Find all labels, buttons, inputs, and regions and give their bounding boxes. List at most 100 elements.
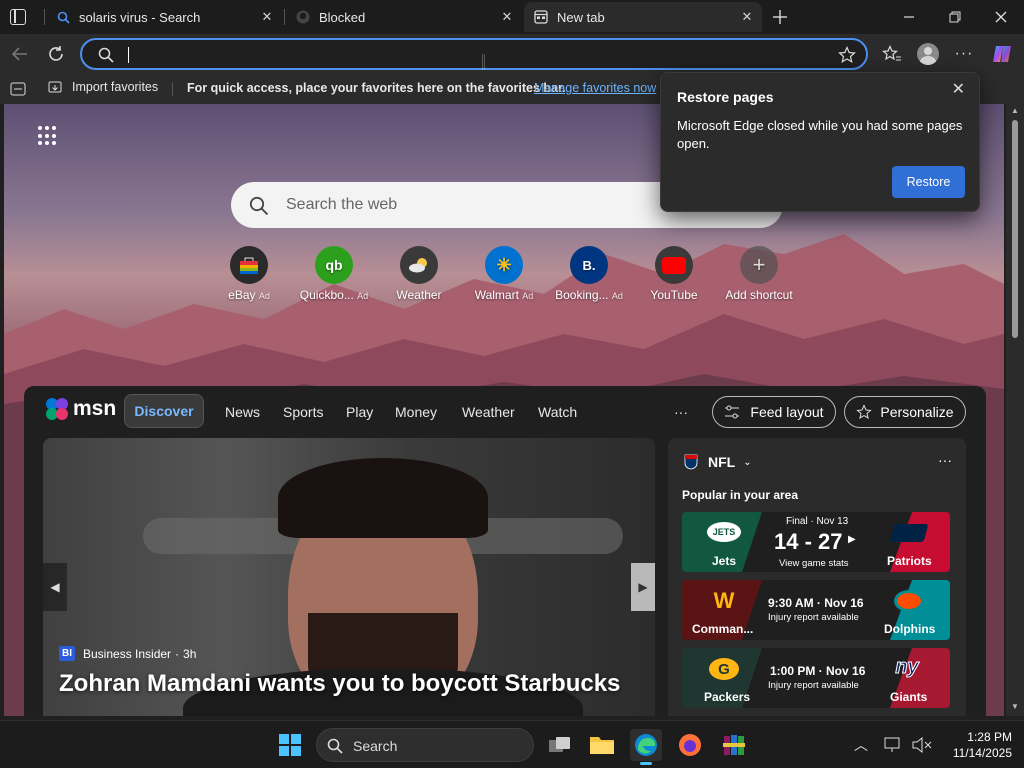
copilot-button[interactable]: [986, 38, 1018, 70]
edge-taskbar-button[interactable]: [630, 729, 662, 765]
top-site-ebay[interactable]: eBay Ad: [212, 246, 286, 302]
navigation-bar: ···: [0, 34, 1024, 74]
file-explorer-button[interactable]: [586, 729, 618, 761]
tab-close-icon[interactable]: ✕: [500, 10, 514, 24]
ad-label: Ad: [611, 291, 623, 301]
nfl-more-button[interactable]: ···: [938, 452, 952, 468]
story-source: BI Business Insider · 3h: [59, 646, 196, 661]
task-view-button[interactable]: [544, 729, 576, 761]
add-shortcut-button[interactable]: + Add shortcut: [722, 246, 796, 302]
top-site-youtube[interactable]: YouTube: [637, 246, 711, 302]
nfl-scores-card: NFL ⌄ ··· Popular in your area JETS Jets…: [668, 438, 966, 716]
mouse-ibeam-cursor: [482, 54, 485, 70]
feed-tab-watch[interactable]: Watch: [538, 404, 577, 420]
restore-button[interactable]: Restore: [892, 166, 965, 198]
taskbar-search[interactable]: Search: [316, 728, 534, 762]
game-packers-giants[interactable]: G Packers 1:00 PM · Nov 16 Injury report…: [682, 648, 950, 708]
commanders-logo-icon: W: [713, 588, 735, 613]
game-jets-patriots[interactable]: JETS Jets Final · Nov 13 14 - 27 ▶ View …: [682, 512, 950, 572]
tab-actions-icon[interactable]: [10, 9, 26, 25]
feed-more-button[interactable]: ···: [674, 404, 688, 420]
search-placeholder: Search the web: [286, 196, 398, 213]
start-button[interactable]: [274, 729, 306, 761]
refresh-icon: [49, 46, 63, 61]
tab-blocked[interactable]: Blocked ✕: [286, 2, 522, 32]
favorites-button[interactable]: [876, 38, 908, 70]
manage-favorites-link[interactable]: Manage favorites now: [534, 81, 656, 95]
favorite-star-icon[interactable]: [838, 46, 856, 64]
sparkle-star-icon: [856, 404, 873, 420]
feed-layout-button[interactable]: Feed layout: [712, 396, 836, 428]
import-favorites-label: Import favorites: [72, 80, 159, 94]
dialog-body: Microsoft Edge closed while you had some…: [677, 118, 963, 151]
system-clock[interactable]: 1:28 PM 11/14/2025: [940, 729, 1012, 761]
feed-tab-discover[interactable]: Discover: [124, 394, 204, 428]
tab-close-icon[interactable]: ✕: [740, 10, 754, 24]
back-button[interactable]: [4, 38, 36, 70]
home-team: Packers: [704, 690, 751, 704]
nfl-shield-icon: [684, 454, 698, 470]
source-badge: BI: [59, 646, 75, 661]
msn-logo[interactable]: msn: [44, 396, 116, 422]
story-headline[interactable]: Zohran Mamdani wants you to boycott Star…: [59, 670, 620, 698]
network-icon[interactable]: [884, 737, 902, 753]
tab-solaris-search[interactable]: solaris virus - Search ✕: [46, 2, 282, 32]
dialog-close-icon[interactable]: ✕: [952, 79, 965, 99]
patriots-logo-icon: [889, 524, 929, 542]
winrar-taskbar-button[interactable]: [718, 729, 750, 761]
nfl-header[interactable]: NFL ⌄: [684, 454, 752, 470]
carousel-prev-button[interactable]: ◀: [43, 563, 67, 611]
tab-close-icon[interactable]: ✕: [260, 10, 274, 24]
source-name: Business Insider: [83, 646, 172, 661]
tab-new-tab[interactable]: New tab ✕: [524, 2, 762, 32]
top-site-quickbooks[interactable]: qb Quickbo... Ad: [297, 246, 371, 302]
hero-story-card[interactable]: ◀ ▶ BI Business Insider · 3h Zohran Mamd…: [43, 438, 655, 716]
home-team: Jets: [712, 554, 737, 568]
firefox-taskbar-button[interactable]: [674, 729, 706, 761]
top-site-label: Walmart: [474, 288, 519, 302]
top-site-label: Add shortcut: [725, 288, 793, 302]
close-window-button[interactable]: [978, 0, 1024, 34]
address-bar[interactable]: [80, 38, 868, 70]
game-detail: Injury report available: [768, 612, 859, 623]
feed-tab-news[interactable]: News: [225, 404, 260, 420]
feed-tab-sports[interactable]: Sports: [283, 404, 323, 420]
scroll-down-icon[interactable]: ▼: [1011, 702, 1019, 711]
tab-title: solaris virus - Search: [79, 9, 201, 25]
game-commanders-dolphins[interactable]: W Comman... 9:30 AM · Nov 16 Injury repo…: [682, 580, 950, 640]
import-icon: [48, 81, 62, 93]
settings-more-button[interactable]: ···: [948, 38, 980, 70]
refresh-button[interactable]: [40, 38, 72, 70]
scroll-thumb[interactable]: [1012, 120, 1018, 338]
apps-launcher-button[interactable]: [38, 126, 58, 146]
top-site-booking[interactable]: B. Booking... Ad: [552, 246, 626, 302]
close-icon: [995, 11, 1007, 23]
feed-tab-play[interactable]: Play: [346, 404, 373, 420]
top-site-label: Booking...: [555, 288, 609, 302]
carousel-next-button[interactable]: ▶: [631, 563, 655, 611]
nfl-subtitle: Popular in your area: [682, 488, 799, 502]
minimize-icon: [904, 16, 914, 18]
page-scrollbar[interactable]: ▲ ▼: [1006, 104, 1024, 716]
tab-bar: solaris virus - Search ✕ Blocked ✕ New t…: [0, 0, 1024, 34]
top-site-label: YouTube: [650, 288, 698, 302]
new-tab-button[interactable]: [768, 5, 792, 29]
restore-window-button[interactable]: [932, 0, 978, 34]
volume-muted-icon[interactable]: [912, 737, 932, 753]
folder-icon: [590, 737, 614, 754]
top-site-weather[interactable]: Weather: [382, 246, 456, 302]
feed-tab-weather[interactable]: Weather: [462, 404, 515, 420]
ad-label: Ad: [258, 291, 270, 301]
scroll-up-icon[interactable]: ▲: [1011, 106, 1019, 115]
feed-tab-money[interactable]: Money: [395, 404, 437, 420]
chevron-up-icon[interactable]: ︿: [854, 735, 868, 755]
tab-list-icon[interactable]: [10, 82, 26, 96]
game-score: 14 - 27: [774, 529, 843, 554]
minimize-button[interactable]: [886, 0, 932, 34]
import-favorites-button[interactable]: Import favorites: [48, 80, 158, 94]
game-status: 1:00 PM · Nov 16: [770, 664, 866, 678]
profile-button[interactable]: [912, 38, 944, 70]
top-site-walmart[interactable]: ✳ Walmart Ad: [467, 246, 541, 302]
personalize-button[interactable]: Personalize: [844, 396, 966, 428]
chevron-down-icon: ⌄: [743, 456, 752, 468]
